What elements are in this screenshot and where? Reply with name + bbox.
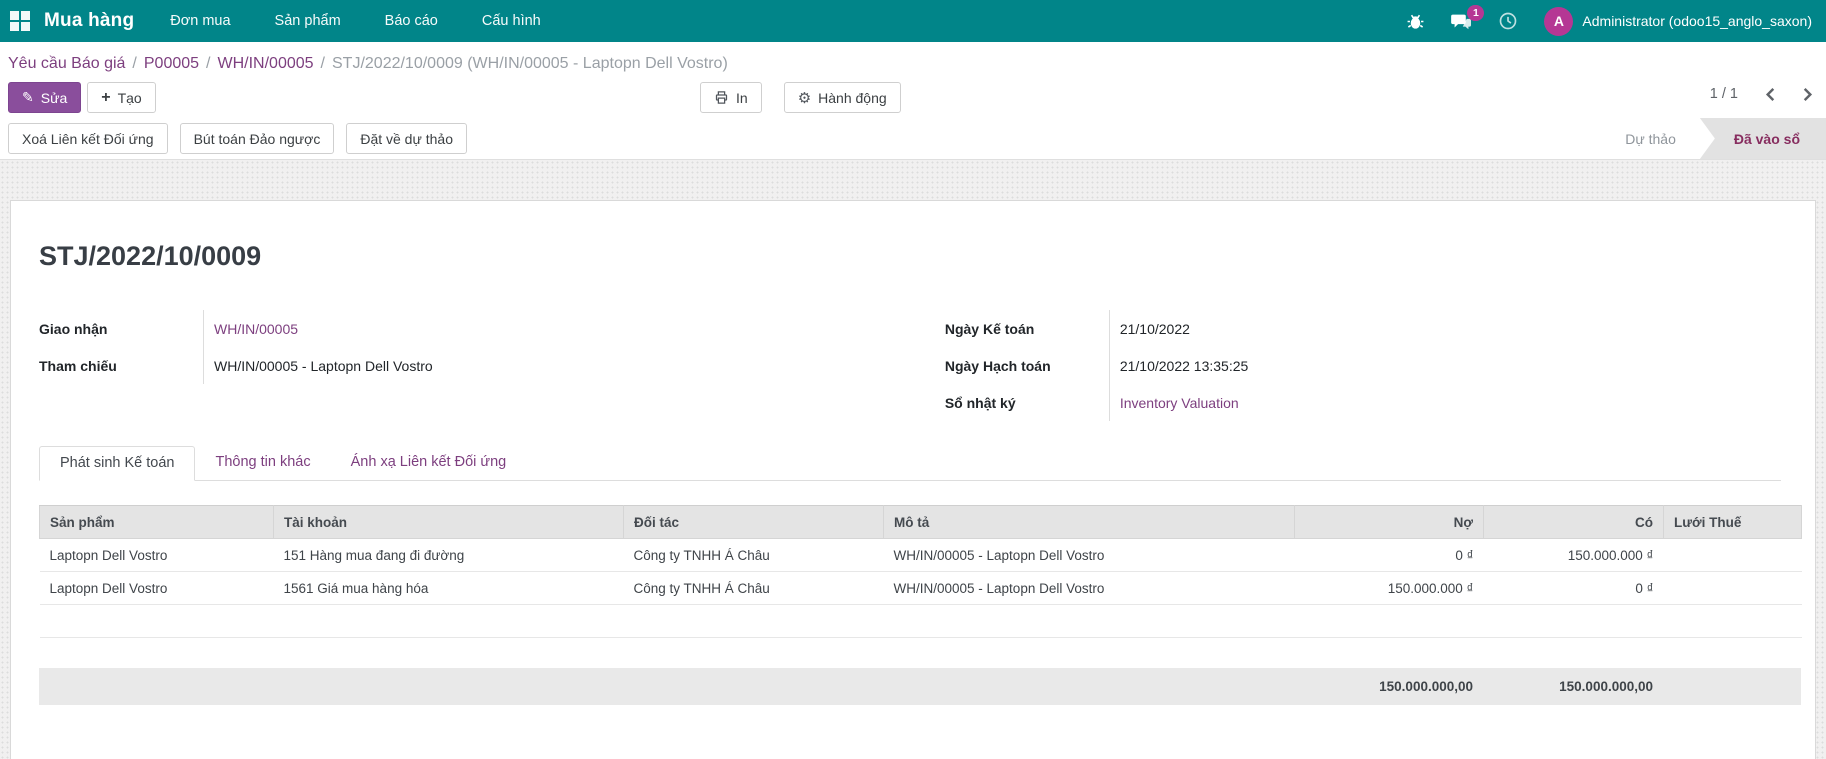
cell-debit[interactable]: 0 ₫ [1295,539,1484,572]
control-panel-buttons: ✎ Sửa + Tạo In ⚙ Hành động 1 / 1 [0,80,1826,118]
field-label-tham-chieu: Tham chiếu [39,358,203,374]
field-value-giao-nhan[interactable]: WH/IN/00005 [204,321,298,337]
reset-to-draft-button[interactable]: Đặt về dự thảo [346,123,467,154]
cell-partner[interactable]: Công ty TNHH Á Châu [624,539,884,572]
breadcrumb-current: STJ/2022/10/0009 (WH/IN/00005 - Laptopn … [332,55,728,73]
column-header-credit[interactable]: Có [1484,506,1664,539]
gear-icon: ⚙ [798,89,811,107]
tab-anh-xa-lien-ket[interactable]: Ánh xạ Liên kết Đối ứng [331,446,527,480]
column-header-label[interactable]: Mô tả [884,506,1295,539]
app-name[interactable]: Mua hàng [44,10,134,32]
status-draft[interactable]: Dự thảo [1601,118,1700,159]
breadcrumb-separator: / [132,55,136,73]
form-action-bar: Xoá Liên kết Đối ứng Bút toán Đảo ngược … [0,118,1826,160]
pager-counter: 1 / 1 [1710,86,1738,102]
field-group-right: Ngày Kế toán 21/10/2022 Ngày Hạch toán 2… [945,310,1781,421]
table-row[interactable]: Laptopn Dell Vostro 151 Hàng mua đang đi… [40,539,1802,572]
column-header-debit[interactable]: Nợ [1295,506,1484,539]
menu-bao-cao[interactable]: Báo cáo [385,13,438,29]
avatar: A [1544,7,1573,36]
notebook-tabs: Phát sinh Kế toán Thông tin khác Ánh xạ … [39,446,1781,481]
create-button-label: Tạo [118,90,142,106]
action-button-label: Hành động [818,90,887,106]
print-button-label: In [736,90,748,106]
table-header-row: Sản phẩm Tài khoản Đối tác Mô tả Nợ Có L… [40,506,1802,539]
debug-bug-icon[interactable] [1406,12,1425,31]
tab-thong-tin-khac[interactable]: Thông tin khác [195,446,330,480]
form-view-background: STJ/2022/10/0009 Giao nhận WH/IN/00005 T… [0,160,1826,759]
create-button[interactable]: + Tạo [87,82,155,113]
total-credit: 150.000.000,00 [1483,679,1663,694]
unlink-counterpart-button[interactable]: Xoá Liên kết Đối ứng [8,123,168,154]
cell-credit[interactable]: 0 ₫ [1484,572,1664,605]
breadcrumb-link-whin[interactable]: WH/IN/00005 [218,55,314,73]
column-header-partner[interactable]: Đối tác [624,506,884,539]
cell-credit[interactable]: 150.000.000 ₫ [1484,539,1664,572]
messages-icon[interactable]: 1 [1451,12,1472,31]
total-debit: 150.000.000,00 [1294,679,1483,694]
pencil-icon: ✎ [22,89,34,106]
menu-cau-hinh[interactable]: Cấu hình [482,13,541,29]
edit-button[interactable]: ✎ Sửa [8,82,81,113]
user-name: Administrator (odoo15_anglo_saxon) [1582,13,1812,29]
cell-account[interactable]: 151 Hàng mua đang đi đường [274,539,624,572]
column-header-tax-grid[interactable]: Lưới Thuế [1664,506,1802,539]
form-sheet: STJ/2022/10/0009 Giao nhận WH/IN/00005 T… [10,200,1816,759]
cell-partner[interactable]: Công ty TNHH Á Châu [624,572,884,605]
cell-product[interactable]: Laptopn Dell Vostro [40,572,274,605]
top-navbar: Mua hàng Đơn mua Sản phẩm Báo cáo Cấu hì… [0,0,1826,42]
status-posted[interactable]: Đã vào sổ [1700,118,1826,159]
breadcrumb-separator: / [206,55,210,73]
action-button[interactable]: ⚙ Hành động [784,82,901,113]
edit-button-label: Sửa [41,90,68,106]
pager-previous-icon[interactable] [1764,87,1777,102]
breadcrumb-link-rfq[interactable]: Yêu cầu Báo giá [8,55,125,73]
column-header-account[interactable]: Tài khoản [274,506,624,539]
field-label-ngay-ke-toan: Ngày Kế toán [945,321,1109,337]
field-group-left: Giao nhận WH/IN/00005 Tham chiếu WH/IN/0… [39,310,875,421]
field-label-giao-nhan: Giao nhận [39,321,203,337]
cell-tax-grid[interactable] [1664,572,1802,605]
cell-product[interactable]: Laptopn Dell Vostro [40,539,274,572]
pager-next-icon[interactable] [1801,87,1814,102]
print-button[interactable]: In [700,82,762,113]
apps-menu-icon[interactable] [10,11,30,31]
column-header-product[interactable]: Sản phẩm [40,506,274,539]
activities-clock-icon[interactable] [1498,11,1518,31]
cell-label[interactable]: WH/IN/00005 - Laptopn Dell Vostro [884,572,1295,605]
cell-debit[interactable]: 150.000.000 ₫ [1295,572,1484,605]
field-value-ngay-ke-toan: 21/10/2022 [1110,321,1190,337]
field-value-ngay-hach-toan: 21/10/2022 13:35:25 [1110,358,1248,374]
field-label-ngay-hach-toan: Ngày Hạch toán [945,358,1109,374]
field-value-so-nhat-ky[interactable]: Inventory Valuation [1110,395,1239,411]
table-empty-row [40,605,1802,638]
field-value-tham-chieu: WH/IN/00005 - Laptopn Dell Vostro [204,358,433,374]
table-row[interactable]: Laptopn Dell Vostro 1561 Giá mua hàng hó… [40,572,1802,605]
main-menu: Đơn mua Sản phẩm Báo cáo Cấu hình [170,13,540,29]
cell-account[interactable]: 1561 Giá mua hàng hóa [274,572,624,605]
user-menu[interactable]: A Administrator (odoo15_anglo_saxon) [1544,7,1812,36]
printer-icon [714,90,729,105]
breadcrumb-separator: / [321,55,325,73]
breadcrumb-link-p00005[interactable]: P00005 [144,55,199,73]
field-label-so-nhat-ky: Sổ nhật ký [945,395,1109,411]
tab-phat-sinh-ke-toan[interactable]: Phát sinh Kế toán [39,446,195,481]
reverse-entry-button[interactable]: Bút toán Đảo ngược [180,123,335,154]
cell-tax-grid[interactable] [1664,539,1802,572]
totals-row: 150.000.000,00 150.000.000,00 [39,668,1801,705]
cell-label[interactable]: WH/IN/00005 - Laptopn Dell Vostro [884,539,1295,572]
menu-don-mua[interactable]: Đơn mua [170,13,230,29]
statusbar: Dự thảo Đã vào sổ [1601,118,1826,159]
journal-items-table: Sản phẩm Tài khoản Đối tác Mô tả Nợ Có L… [39,505,1802,638]
breadcrumb: Yêu cầu Báo giá / P00005 / WH/IN/00005 /… [0,42,1826,80]
menu-san-pham[interactable]: Sản phẩm [275,13,341,29]
messages-count-badge: 1 [1467,5,1484,21]
plus-icon: + [101,89,110,107]
page-title: STJ/2022/10/0009 [39,241,1781,272]
